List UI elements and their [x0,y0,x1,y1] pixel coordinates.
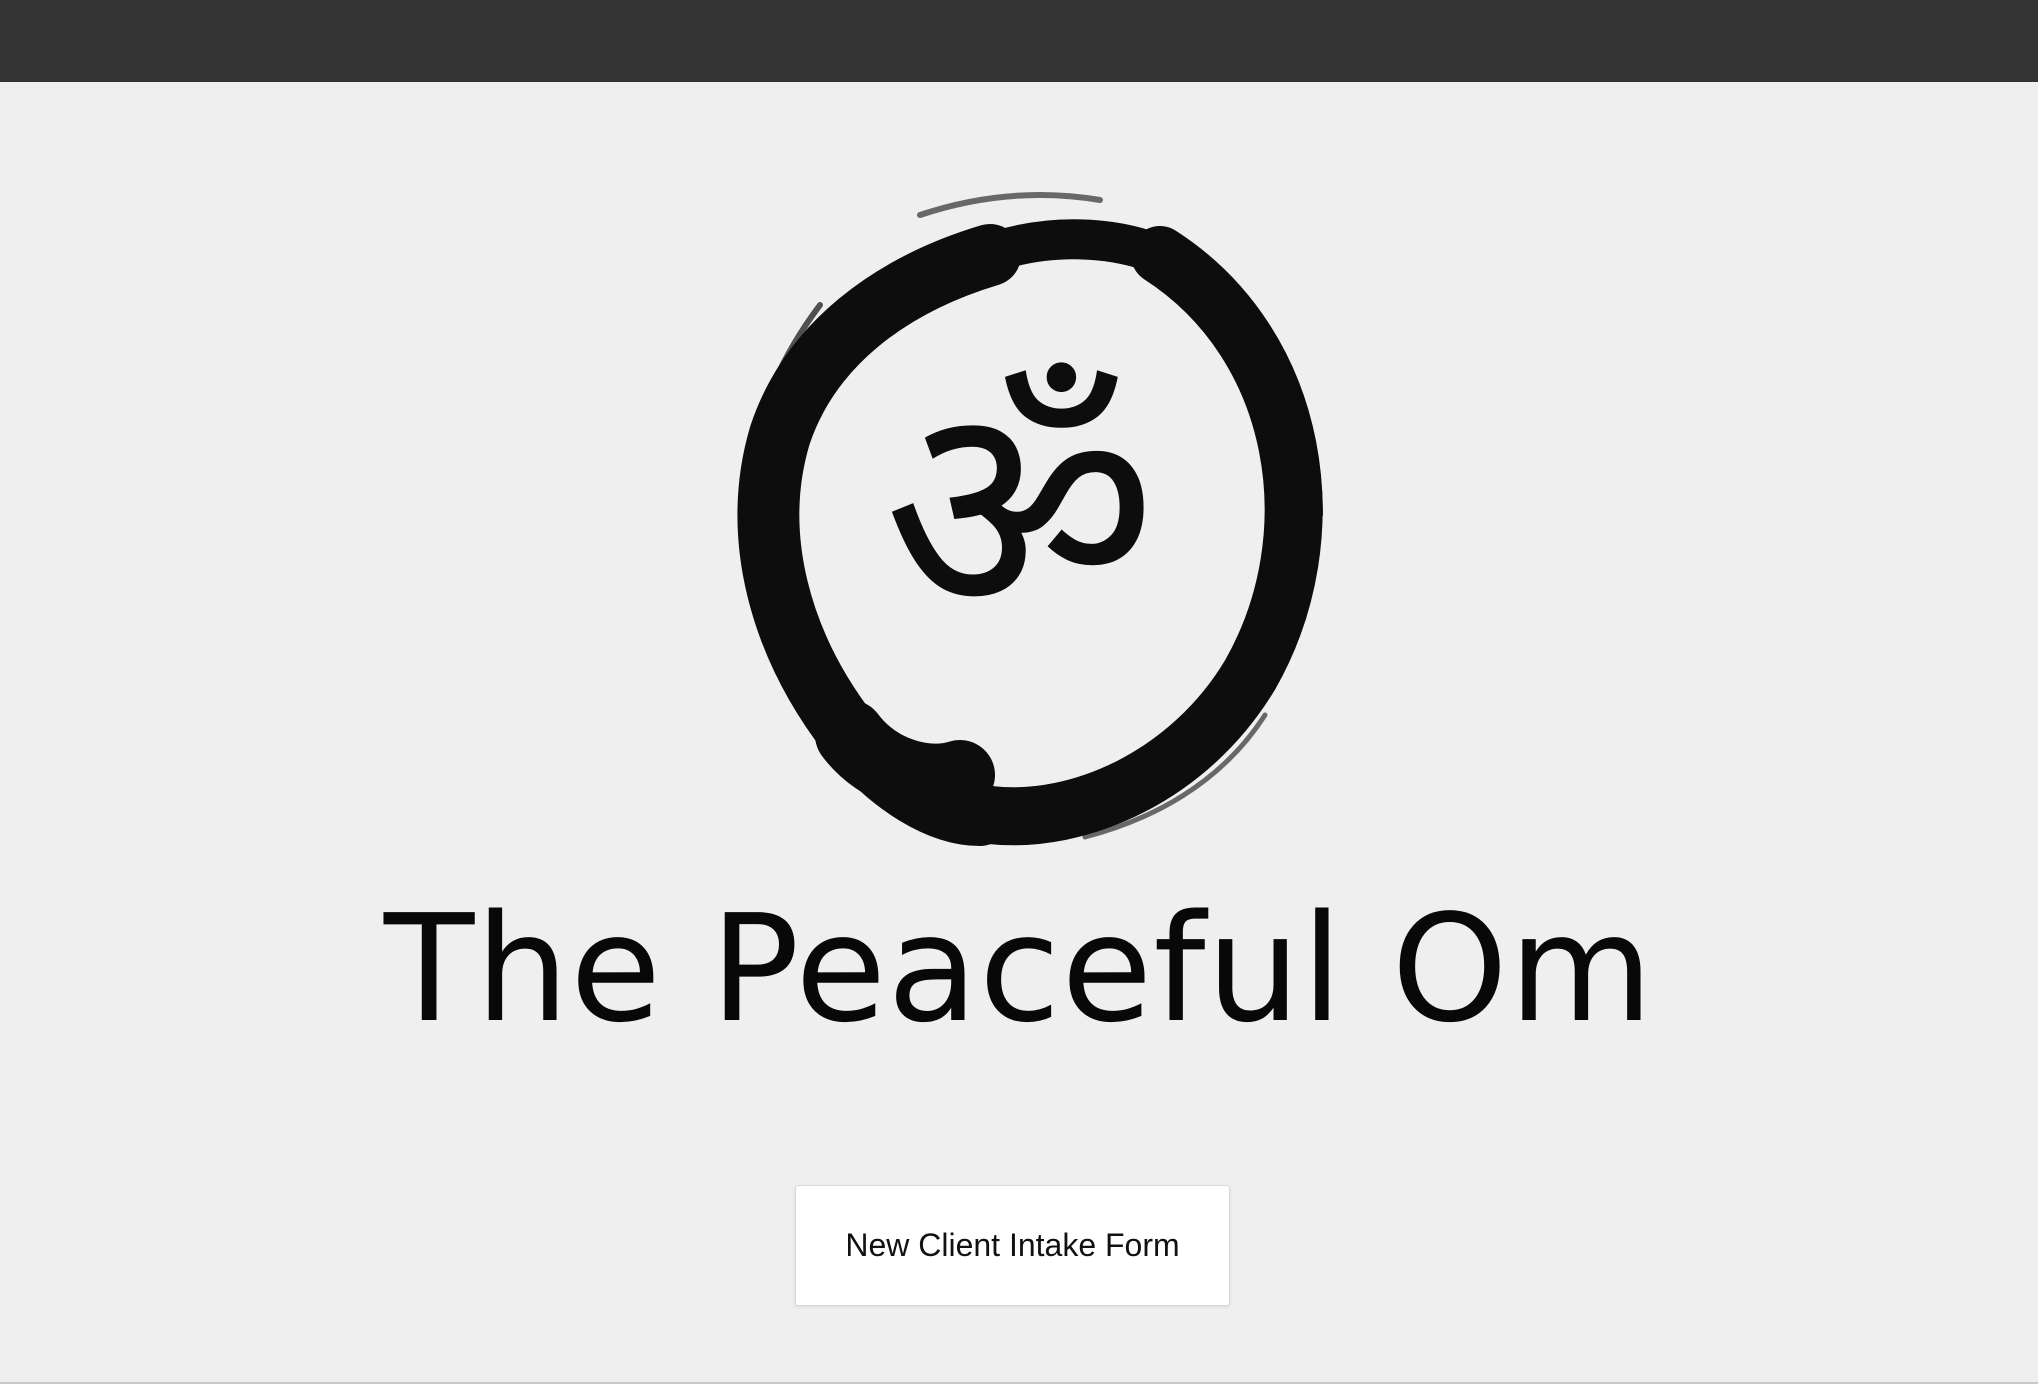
new-client-intake-form-button[interactable]: New Client Intake Form [795,1185,1230,1306]
om-glyph: ॐ [883,337,1157,686]
page-title: The Peaceful Om [383,883,1655,1055]
om-enso-logo-icon: ॐ [690,175,1340,850]
top-bar [0,0,2038,82]
